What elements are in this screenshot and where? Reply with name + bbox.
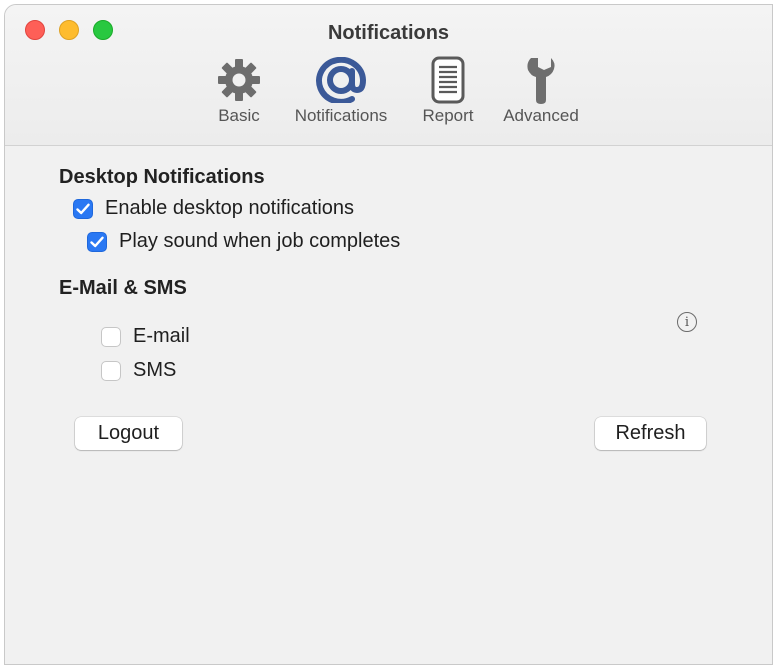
checkmark-icon	[76, 203, 90, 214]
at-sign-icon	[313, 55, 369, 105]
sms-label: SMS	[133, 359, 177, 381]
refresh-button[interactable]: Refresh	[595, 417, 706, 450]
enable-desktop-notifications-label: Enable desktop notifications	[105, 197, 355, 219]
tab-report[interactable]: Report	[413, 55, 483, 127]
enable-desktop-notifications-checkbox[interactable]	[73, 198, 93, 219]
title-bar: Notifications Basic Notifications Report…	[5, 5, 772, 146]
sms-row[interactable]: SMS	[101, 359, 176, 382]
sms-checkbox[interactable]	[101, 360, 121, 381]
window-title: Notifications	[327, 22, 450, 44]
tab-report-label: Report	[422, 106, 474, 125]
info-icon[interactable]: i	[677, 312, 697, 332]
wrench-icon	[513, 55, 569, 105]
email-checkbox[interactable]	[101, 326, 121, 347]
email-sms-heading: E-Mail & SMS	[59, 277, 187, 299]
checkmark-icon	[90, 236, 104, 247]
logout-button[interactable]: Logout	[75, 417, 182, 450]
tab-notifications-label: Notifications	[294, 106, 388, 125]
tab-advanced[interactable]: Advanced	[495, 55, 587, 127]
play-sound-row[interactable]: Play sound when job completes	[87, 230, 400, 253]
play-sound-label: Play sound when job completes	[119, 230, 401, 252]
tab-basic-label: Basic	[218, 106, 260, 125]
enable-desktop-notifications-row[interactable]: Enable desktop notifications	[73, 197, 354, 220]
gear-icon	[211, 55, 267, 105]
play-sound-checkbox[interactable]	[87, 231, 107, 252]
report-document-icon	[420, 55, 476, 105]
tab-advanced-label: Advanced	[503, 106, 579, 125]
desktop-notifications-heading: Desktop Notifications	[59, 166, 265, 188]
preferences-window: Notifications Basic Notifications Report…	[4, 4, 773, 665]
tab-basic[interactable]: Basic	[205, 55, 273, 127]
email-row[interactable]: E-mail	[101, 325, 190, 348]
tab-notifications[interactable]: Notifications	[280, 55, 402, 127]
email-label: E-mail	[133, 325, 190, 347]
